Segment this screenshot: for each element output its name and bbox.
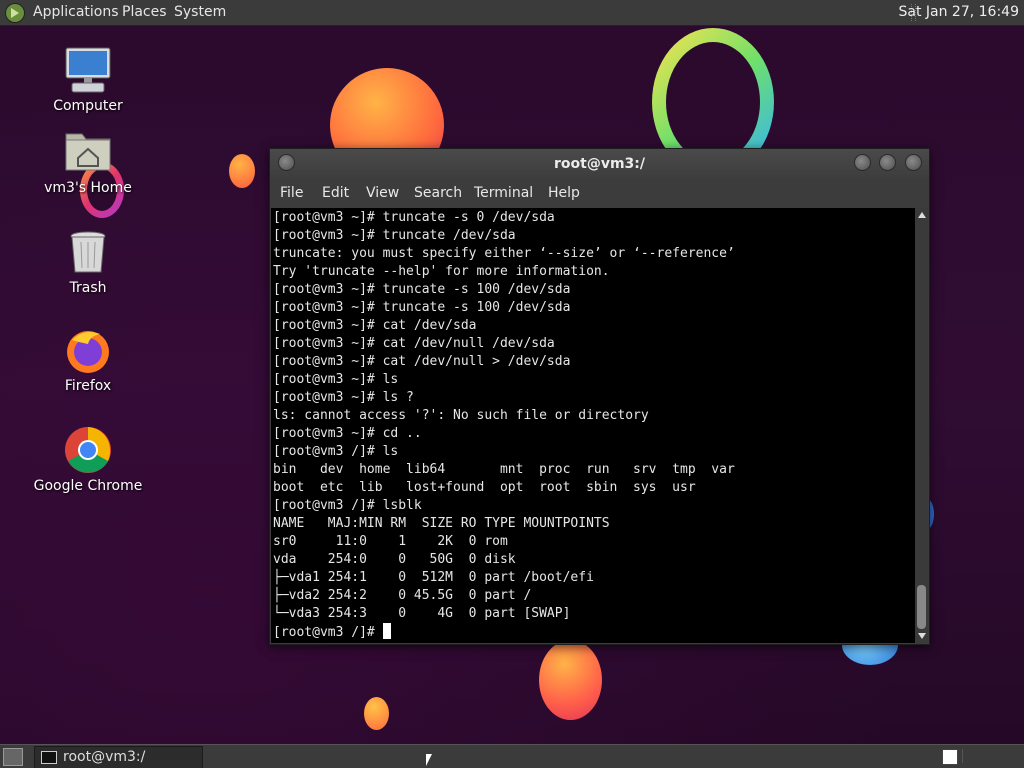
scroll-up-icon[interactable] [918,212,926,218]
terminal-line: [root@vm3 ~]# cat /dev/null > /dev/sda [273,354,571,369]
desktop: Applications Places System Sat Jan 27, 1… [0,0,1024,768]
window-titlebar[interactable]: root@vm3:/ [270,149,929,179]
desktop-icon-label: Firefox [64,378,112,394]
desktop-icon-label: Trash [69,280,107,296]
top-panel: Applications Places System Sat Jan 27, 1… [0,0,1024,26]
terminal-line: bin dev home lib64 mnt proc run srv tmp … [273,462,735,477]
text-cursor [382,623,391,639]
terminal-line: NAME MAJ:MIN RM SIZE RO TYPE MOUNTPOINTS [273,516,610,531]
applications-menu[interactable]: Applications [33,0,119,25]
menu-edit[interactable]: Edit [322,179,349,208]
terminal-line: [root@vm3 ~]# truncate -s 100 /dev/sda [273,300,571,315]
terminal-line: [root@vm3 ~]# cat /dev/sda [273,318,477,333]
terminal-line: [root@vm3 ~]# ls [273,372,399,387]
desktop-icon-chrome[interactable]: Google Chrome [33,426,143,494]
terminal-line: boot etc lib lost+found opt root sbin sy… [273,480,696,495]
terminal-line: [root@vm3 ~]# ls ? [273,390,414,405]
terminal-scrollbar[interactable] [915,208,928,643]
scrollbar-thumb[interactable] [917,585,926,629]
menu-file[interactable]: File [280,179,303,208]
mate-logo-icon[interactable] [5,3,25,23]
taskbar-item-label: root@vm3:/ [63,749,146,765]
chrome-icon [64,426,112,474]
firefox-icon [64,326,112,374]
desktop-icon-computer[interactable]: Computer [33,46,143,114]
places-menu[interactable]: Places [122,0,167,25]
terminal-line: truncate: you must specify either ‘--siz… [273,246,735,261]
terminal-history: [root@vm3 ~]# truncate -s 0 /dev/sda [ro… [273,210,735,621]
desktop-icon-home[interactable]: vm3's Home [33,128,143,196]
terminal-line: ├─vda1 254:1 0 512M 0 part /boot/efi [273,570,594,585]
terminal-icon [41,751,57,764]
trash-icon [64,228,112,276]
terminal-line: [root@vm3 ~]# truncate /dev/sda [273,228,516,243]
terminal-line: └─vda3 254:3 0 4G 0 part [SWAP] [273,606,571,621]
terminal-line: [root@vm3 ~]# truncate -s 100 /dev/sda [273,282,571,297]
workspace-switcher-1[interactable] [942,749,958,765]
terminal-line: [root@vm3 ~]# truncate -s 0 /dev/sda [273,210,555,225]
desktop-icon-label: vm3's Home [44,180,132,196]
wallpaper-tiny-bubble [364,697,389,730]
show-desktop-icon[interactable] [3,748,23,766]
taskbar-item-terminal[interactable]: root@vm3:/ [34,746,203,768]
menu-search[interactable]: Search [414,179,462,208]
desktop-icon-label: Computer [53,98,123,114]
wallpaper-small-orange-bubble [229,154,255,188]
wallpaper-bottom-bubble [539,640,602,720]
mouse-pointer-icon [426,754,432,766]
terminal-line: [root@vm3 ~]# cd .. [273,426,422,441]
terminal-line: vda 254:0 0 50G 0 disk [273,552,516,567]
scroll-down-icon[interactable] [918,633,926,639]
terminal-text: [root@vm3 ~]# truncate -s 0 /dev/sda [ro… [273,209,735,642]
home-folder-icon [64,128,112,176]
terminal-line: [root@vm3 /]# ls [273,444,399,459]
terminal-line: [root@vm3 ~]# cat /dev/null /dev/sda [273,336,555,351]
menu-view[interactable]: View [366,179,399,208]
window-title: root@vm3:/ [554,156,645,172]
system-menu[interactable]: System [174,0,226,25]
terminal-line: Try 'truncate --help' for more informati… [273,264,610,279]
terminal-output[interactable]: [root@vm3 ~]# truncate -s 0 /dev/sda [ro… [271,208,915,643]
terminal-line: [root@vm3 /]# lsblk [273,498,422,513]
workspace-switcher-2[interactable] [962,749,1023,763]
desktop-icon-firefox[interactable]: Firefox [33,326,143,394]
terminal-prompt[interactable]: [root@vm3 /]# [273,625,383,640]
terminal-line: ls: cannot access '?': No such file or d… [273,408,649,423]
clock[interactable]: Sat Jan 27, 16:49 [899,0,1020,25]
computer-icon [64,46,112,94]
close-button[interactable] [905,154,922,171]
desktop-icon-trash[interactable]: Trash [33,228,143,296]
terminal-window[interactable]: root@vm3:/ File Edit View Search Termina… [269,148,930,645]
minimize-button[interactable] [854,154,871,171]
desktop-icon-label: Google Chrome [33,478,143,494]
bottom-panel: root@vm3:/ [0,744,1024,768]
menu-terminal[interactable]: Terminal [474,179,533,208]
maximize-button[interactable] [879,154,896,171]
terminal-line: ├─vda2 254:2 0 45.5G 0 part / [273,588,532,603]
terminal-line: sr0 11:0 1 2K 0 rom [273,534,508,549]
terminal-menubar: File Edit View Search Terminal Help [270,179,929,208]
menu-help[interactable]: Help [548,179,580,208]
